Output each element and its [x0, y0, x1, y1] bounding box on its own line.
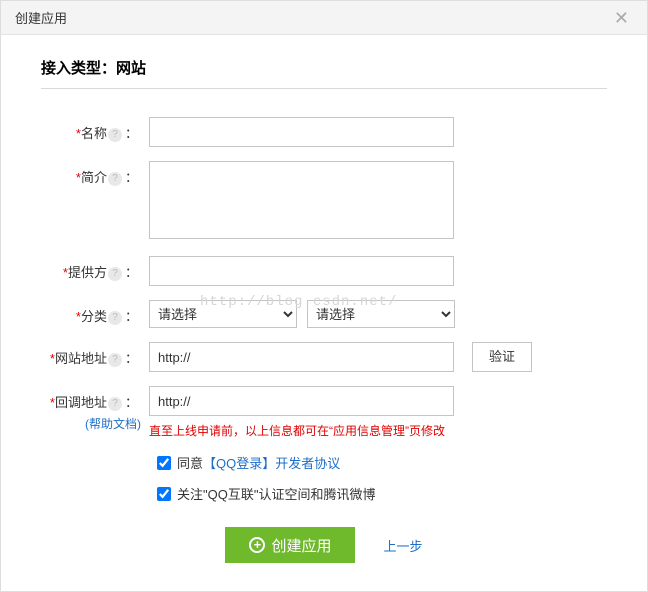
- create-app-modal: 创建应用 ✕ 接入类型：网站 http://blog.csdn.net/ *名称…: [0, 0, 648, 592]
- label-provider: *提供方?：: [41, 256, 149, 281]
- label-category: *分类?：: [41, 300, 149, 325]
- row-follow: 关注"QQ互联"认证空间和腾讯微博: [157, 484, 607, 503]
- help-doc-link[interactable]: (帮助文档): [41, 415, 141, 432]
- modal-body: 接入类型：网站 http://blog.csdn.net/ *名称?： *简介?…: [1, 35, 647, 591]
- row-name: *名称?：: [41, 117, 607, 147]
- provider-input[interactable]: [149, 256, 454, 286]
- help-icon[interactable]: ?: [108, 128, 122, 142]
- modal-title: 创建应用: [15, 8, 67, 27]
- help-icon[interactable]: ?: [108, 267, 122, 281]
- category-select-1[interactable]: 请选择: [149, 300, 297, 328]
- help-icon[interactable]: ?: [108, 353, 122, 367]
- plus-icon: +: [249, 537, 265, 553]
- help-icon[interactable]: ?: [108, 397, 122, 411]
- follow-label: 关注"QQ互联"认证空间和腾讯微博: [177, 484, 375, 503]
- row-site-url: *网站地址?： 验证: [41, 342, 607, 372]
- label-intro: *简介?：: [41, 161, 149, 186]
- actions: + 创建应用 上一步: [41, 527, 607, 563]
- section-title: 接入类型：网站: [41, 57, 607, 89]
- intro-textarea[interactable]: [149, 161, 454, 239]
- verify-button[interactable]: 验证: [472, 342, 532, 372]
- site-url-input[interactable]: [149, 342, 454, 372]
- row-callback-url: *回调地址?： (帮助文档) 直至上线申请前，以上信息都可在“应用信息管理”页修…: [41, 386, 607, 439]
- hint-text: 直至上线申请前，以上信息都可在“应用信息管理”页修改: [149, 422, 607, 439]
- agreement-link[interactable]: 【QQ登录】开发者协议: [203, 456, 340, 471]
- agree-checkbox[interactable]: [157, 456, 171, 470]
- help-icon[interactable]: ?: [108, 172, 122, 186]
- name-input[interactable]: [149, 117, 454, 147]
- label-callback-url: *回调地址?： (帮助文档): [41, 386, 149, 432]
- row-provider: *提供方?：: [41, 256, 607, 286]
- row-agree: 同意【QQ登录】开发者协议: [157, 453, 607, 472]
- label-site-url: *网站地址?：: [41, 342, 149, 367]
- row-category: *分类?： 请选择 请选择: [41, 300, 607, 328]
- follow-checkbox[interactable]: [157, 487, 171, 501]
- prev-step-link[interactable]: 上一步: [383, 536, 422, 555]
- create-app-button[interactable]: + 创建应用: [225, 527, 355, 563]
- modal-header: 创建应用 ✕: [1, 1, 647, 35]
- close-icon[interactable]: ✕: [610, 7, 633, 29]
- category-select-2[interactable]: 请选择: [307, 300, 455, 328]
- row-intro: *简介?：: [41, 161, 607, 242]
- help-icon[interactable]: ?: [108, 311, 122, 325]
- callback-url-input[interactable]: [149, 386, 454, 416]
- label-name: *名称?：: [41, 117, 149, 142]
